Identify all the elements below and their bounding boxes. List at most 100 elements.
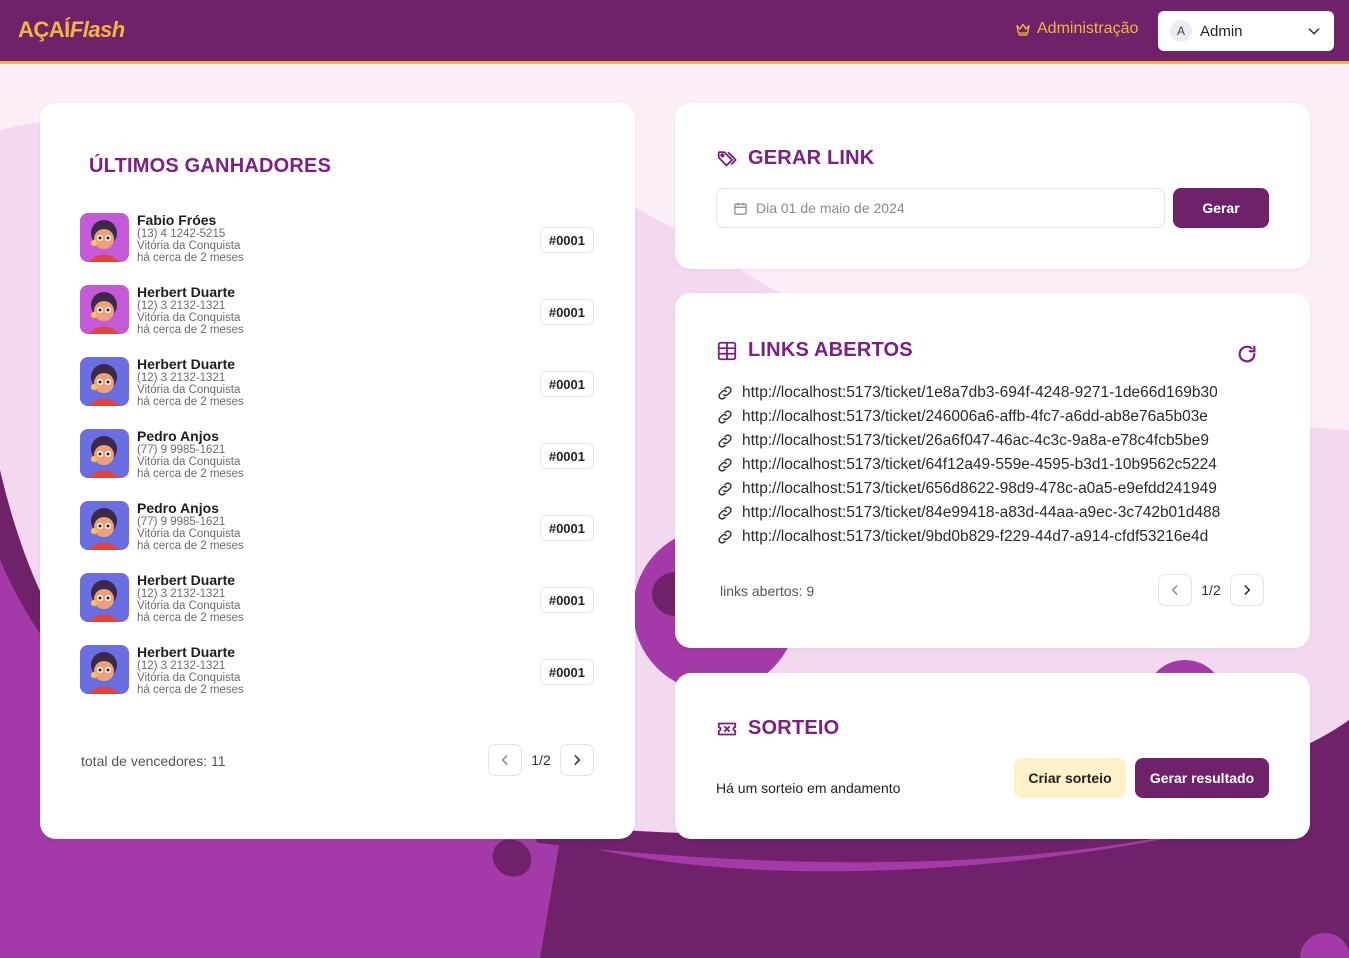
winner-ticket-badge: #0001 bbox=[539, 659, 594, 685]
open-link-url: http://localhost:5173/ticket/26a6f047-46… bbox=[742, 432, 1210, 449]
open-link-url: http://localhost:5173/ticket/84e99418-a8… bbox=[742, 504, 1221, 521]
chevron-right-icon bbox=[574, 755, 581, 765]
winner-name: Herbert Duarte bbox=[137, 572, 236, 588]
winners-total: total de vencedores: 11 bbox=[81, 753, 226, 769]
chevron-right-icon bbox=[1244, 585, 1251, 595]
winner-ticket-badge: #0001 bbox=[539, 587, 594, 613]
winner-time: há cerca de 2 meses bbox=[137, 612, 244, 624]
user-avatar: A bbox=[1170, 20, 1192, 42]
generate-link-title: GERAR LINK bbox=[716, 147, 874, 170]
open-link-item[interactable]: http://localhost:5173/ticket/64f12a49-55… bbox=[716, 456, 1217, 474]
next-page-button[interactable] bbox=[560, 744, 594, 776]
winner-ticket-badge: #0001 bbox=[539, 515, 594, 541]
winners-title: ÚLTIMOS GANHADORES bbox=[89, 155, 332, 177]
winner-phone: (12) 3 2132-1321 bbox=[137, 588, 226, 600]
create-raffle-button[interactable]: Criar sorteio bbox=[1014, 758, 1126, 798]
open-link-url: http://localhost:5173/ticket/9bd0b829-f2… bbox=[742, 528, 1209, 545]
open-link-item[interactable]: http://localhost:5173/ticket/1e8a7db3-69… bbox=[716, 384, 1218, 402]
open-link-item[interactable]: http://localhost:5173/ticket/9bd0b829-f2… bbox=[716, 528, 1208, 546]
winner-row: Herbert Duarte (12) 3 2132-1321 Vitória da… bbox=[80, 285, 594, 337]
logo-text: AÇAÍ bbox=[18, 17, 70, 42]
ticket-icon bbox=[717, 722, 737, 735]
prev-page-button[interactable] bbox=[1158, 574, 1192, 606]
winners-card: ÚLTIMOS GANHADORES Fabio Fróes (13) 4 124… bbox=[40, 103, 635, 839]
open-links-title: LINKS ABERTOS bbox=[716, 339, 913, 362]
winner-time: há cerca de 2 meses bbox=[137, 396, 244, 408]
user-dropdown[interactable]: A Admin bbox=[1158, 11, 1334, 51]
admin-link[interactable]: Administração bbox=[1015, 20, 1138, 38]
winner-name: Fabio Fróes bbox=[137, 212, 217, 228]
raffle-title-text: SORTEIO bbox=[748, 717, 840, 739]
winner-row: Pedro Anjos (77) 9 9985-1621 Vitória da Co… bbox=[80, 429, 594, 481]
open-link-item[interactable]: http://localhost:5173/ticket/656d8622-98… bbox=[716, 480, 1217, 498]
user-name: Admin bbox=[1200, 22, 1243, 40]
winners-pagination: 1/2 bbox=[488, 744, 594, 776]
winner-avatar bbox=[80, 213, 129, 262]
winner-phone: (13) 4 1242-5215 bbox=[137, 228, 226, 240]
winner-name: Herbert Duarte bbox=[137, 356, 236, 372]
link-icon bbox=[718, 410, 732, 424]
chevron-down-icon bbox=[1308, 28, 1320, 35]
raffle-card: SORTEIO Há um sorteio em andamento Criar… bbox=[675, 673, 1310, 839]
winner-city: Vitória da Conquista bbox=[137, 528, 241, 540]
winner-avatar bbox=[80, 573, 129, 622]
open-link-item[interactable]: http://localhost:5173/ticket/26a6f047-46… bbox=[716, 432, 1209, 450]
winner-row: Pedro Anjos (77) 9 9985-1621 Vitória da Co… bbox=[80, 501, 594, 553]
winner-city: Vitória da Conquista bbox=[137, 384, 241, 396]
prev-page-button[interactable] bbox=[488, 744, 522, 776]
winner-row: Herbert Duarte (12) 3 2132-1321 Vitória da… bbox=[80, 573, 594, 625]
open-links-count: links abertos: 9 bbox=[720, 583, 815, 599]
open-link-url: http://localhost:5173/ticket/64f12a49-55… bbox=[742, 456, 1217, 473]
winner-city: Vitória da Conquista bbox=[137, 456, 241, 468]
open-link-item[interactable]: http://localhost:5173/ticket/246006a6-af… bbox=[716, 408, 1208, 426]
page-indicator: 1/2 bbox=[531, 752, 551, 768]
open-link-item[interactable]: http://localhost:5173/ticket/84e99418-a8… bbox=[716, 504, 1220, 522]
next-page-button[interactable] bbox=[1230, 574, 1264, 606]
winner-ticket-badge: #0001 bbox=[539, 371, 594, 397]
winner-avatar bbox=[80, 645, 129, 694]
winner-avatar bbox=[80, 501, 129, 550]
refresh-icon[interactable] bbox=[1236, 343, 1258, 365]
crown-icon bbox=[1016, 23, 1030, 36]
winner-phone: (77) 9 9985-1621 bbox=[137, 444, 226, 456]
open-links-title-text: LINKS ABERTOS bbox=[748, 339, 913, 361]
open-links-card: LINKS ABERTOS http://localhost:5173/tick… bbox=[675, 293, 1310, 648]
page-indicator: 1/2 bbox=[1201, 582, 1221, 598]
winner-time: há cerca de 2 meses bbox=[137, 468, 244, 480]
top-header: AÇAÍFlash Administração A Admin bbox=[0, 0, 1349, 64]
winner-phone: (12) 3 2132-1321 bbox=[137, 372, 226, 384]
tags-icon bbox=[717, 150, 737, 166]
winner-city: Vitória da Conquista bbox=[137, 240, 241, 252]
open-link-url: http://localhost:5173/ticket/246006a6-af… bbox=[742, 408, 1208, 425]
chevron-left-icon bbox=[501, 755, 508, 765]
chevron-left-icon bbox=[1171, 585, 1178, 595]
winner-row: Fabio Fróes (13) 4 1242-5215 Vitória da Co… bbox=[80, 213, 594, 265]
winner-time: há cerca de 2 meses bbox=[137, 540, 244, 552]
generate-button[interactable]: Gerar bbox=[1173, 188, 1269, 228]
admin-link-label: Administração bbox=[1037, 20, 1139, 37]
app-logo[interactable]: AÇAÍFlash bbox=[18, 17, 125, 43]
winner-ticket-badge: #0001 bbox=[539, 227, 594, 253]
link-icon bbox=[718, 530, 732, 544]
winner-name: Herbert Duarte bbox=[137, 284, 236, 300]
raffle-title: SORTEIO bbox=[716, 717, 839, 740]
open-link-url: http://localhost:5173/ticket/1e8a7db3-69… bbox=[742, 384, 1218, 401]
winner-city: Vitória da Conquista bbox=[137, 672, 241, 684]
winner-ticket-badge: #0001 bbox=[539, 443, 594, 469]
calendar-icon bbox=[734, 202, 747, 215]
link-icon bbox=[718, 434, 732, 448]
link-icon bbox=[718, 482, 732, 496]
winner-phone: (12) 3 2132-1321 bbox=[137, 660, 226, 672]
winner-city: Vitória da Conquista bbox=[137, 312, 241, 324]
generate-result-button[interactable]: Gerar resultado bbox=[1135, 758, 1269, 798]
winner-avatar bbox=[80, 429, 129, 478]
winner-avatar bbox=[80, 357, 129, 406]
winner-row: Herbert Duarte (12) 3 2132-1321 Vitória da… bbox=[80, 645, 594, 697]
winner-name: Pedro Anjos bbox=[137, 500, 219, 516]
date-picker-input[interactable]: Dia 01 de maio de 2024 bbox=[716, 188, 1165, 228]
winner-name: Herbert Duarte bbox=[137, 644, 236, 660]
winner-avatar bbox=[80, 285, 129, 334]
winner-phone: (12) 3 2132-1321 bbox=[137, 300, 226, 312]
link-icon bbox=[718, 386, 732, 400]
winner-name: Pedro Anjos bbox=[137, 428, 219, 444]
